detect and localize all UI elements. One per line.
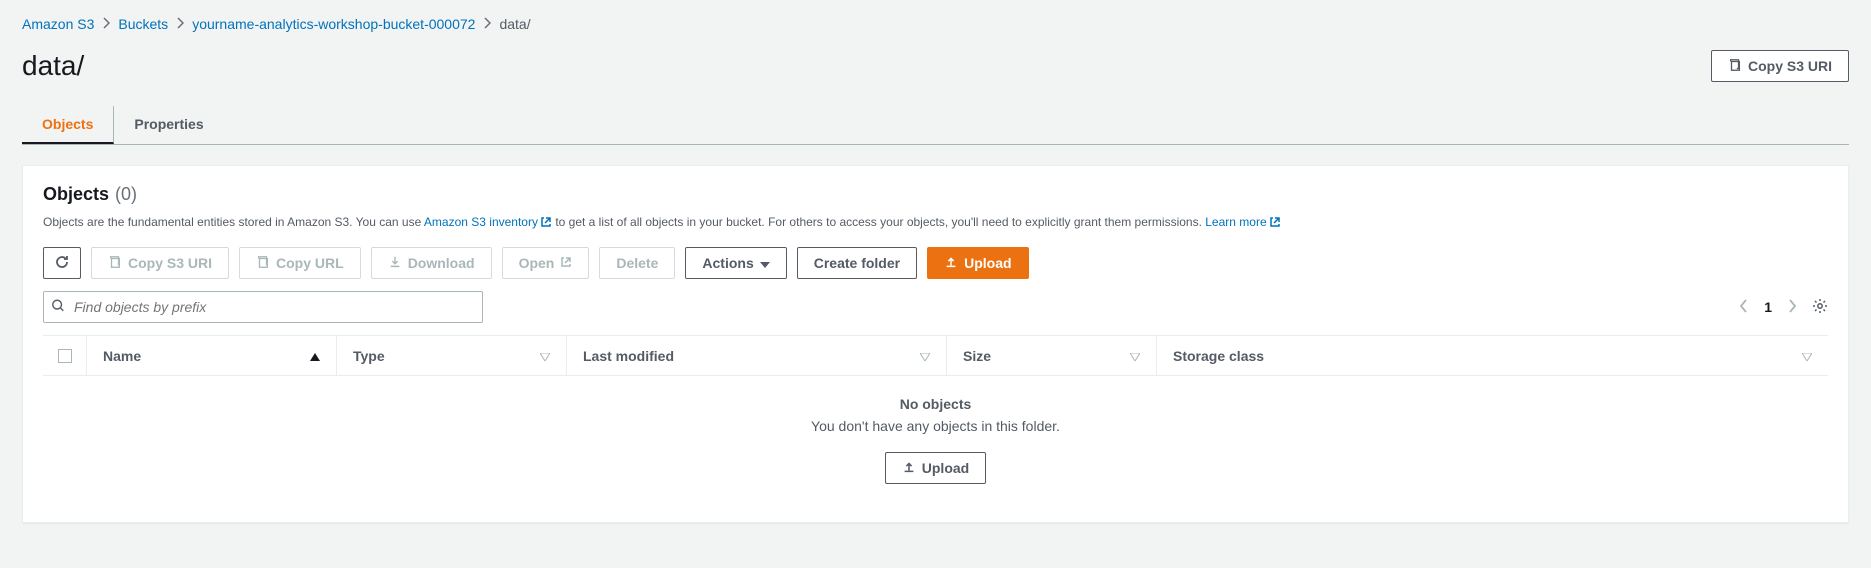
pagination: 1 xyxy=(1740,298,1828,317)
breadcrumb-current: data/ xyxy=(499,16,530,32)
page-number: 1 xyxy=(1764,299,1772,315)
panel-description: Objects are the fundamental entities sto… xyxy=(43,213,1828,233)
external-link-icon xyxy=(540,215,552,233)
copy-url-button-disabled: Copy URL xyxy=(239,247,361,279)
upload-icon xyxy=(902,460,916,477)
empty-description: You don't have any objects in this folde… xyxy=(43,418,1828,434)
copy-s3-uri-button[interactable]: Copy S3 URI xyxy=(1711,50,1849,82)
actions-button[interactable]: Actions xyxy=(685,247,786,279)
delete-button-disabled: Delete xyxy=(599,247,675,279)
objects-panel: Objects (0) Objects are the fundamental … xyxy=(22,165,1849,523)
copy-s3-uri-label: Copy S3 URI xyxy=(1748,58,1832,74)
copy-icon xyxy=(108,255,122,272)
upload-icon xyxy=(944,255,958,272)
chevron-right-icon xyxy=(176,16,184,32)
panel-title: Objects xyxy=(43,184,109,205)
breadcrumb-link-buckets[interactable]: Buckets xyxy=(118,16,168,32)
objects-table: Name Type Last modified xyxy=(43,335,1828,494)
external-link-icon xyxy=(1269,215,1281,233)
toolbar: Copy S3 URI Copy URL Download Open xyxy=(43,247,1828,279)
sort-icon xyxy=(920,348,930,364)
sort-icon xyxy=(1130,348,1140,364)
empty-state: No objects You don't have any objects in… xyxy=(43,376,1828,494)
download-icon xyxy=(388,255,402,272)
search-box xyxy=(43,291,483,323)
chevron-right-icon xyxy=(102,16,110,32)
open-button-disabled: Open xyxy=(502,247,590,279)
breadcrumb: Amazon S3 Buckets yourname-analytics-wor… xyxy=(22,16,1849,32)
sort-asc-icon xyxy=(310,348,320,364)
empty-upload-button[interactable]: Upload xyxy=(885,452,986,484)
upload-button[interactable]: Upload xyxy=(927,247,1028,279)
settings-button[interactable] xyxy=(1812,298,1828,317)
sort-icon xyxy=(540,348,550,364)
refresh-icon xyxy=(54,254,70,273)
learn-more-link[interactable]: Learn more xyxy=(1205,215,1280,229)
breadcrumb-link-bucket[interactable]: yourname-analytics-workshop-bucket-00007… xyxy=(192,16,475,32)
prev-page-button[interactable] xyxy=(1740,299,1748,316)
column-name[interactable]: Name xyxy=(87,336,337,375)
column-storage-class[interactable]: Storage class xyxy=(1157,336,1828,375)
table-header: Name Type Last modified xyxy=(43,336,1828,376)
select-all-checkbox[interactable] xyxy=(43,336,87,375)
page-title: data/ xyxy=(22,50,84,82)
create-folder-button[interactable]: Create folder xyxy=(797,247,917,279)
checkbox-icon xyxy=(58,349,72,363)
copy-icon xyxy=(1728,58,1742,75)
sort-icon xyxy=(1802,348,1812,364)
download-button-disabled: Download xyxy=(371,247,492,279)
refresh-button[interactable] xyxy=(43,247,81,279)
tab-objects[interactable]: Objects xyxy=(22,106,114,144)
breadcrumb-link-s3[interactable]: Amazon S3 xyxy=(22,16,94,32)
empty-title: No objects xyxy=(43,396,1828,412)
tab-properties[interactable]: Properties xyxy=(114,106,223,144)
column-type[interactable]: Type xyxy=(337,336,567,375)
panel-count: (0) xyxy=(115,184,137,205)
copy-s3-uri-button-disabled: Copy S3 URI xyxy=(91,247,229,279)
column-last-modified[interactable]: Last modified xyxy=(567,336,947,375)
caret-down-icon xyxy=(760,255,770,271)
external-link-icon xyxy=(560,255,572,271)
search-input[interactable] xyxy=(43,291,483,323)
copy-icon xyxy=(256,255,270,272)
column-size[interactable]: Size xyxy=(947,336,1157,375)
inventory-link[interactable]: Amazon S3 inventory xyxy=(424,215,552,229)
tabs: Objects Properties xyxy=(22,106,1849,145)
search-icon xyxy=(51,299,65,316)
next-page-button[interactable] xyxy=(1788,299,1796,316)
chevron-right-icon xyxy=(483,16,491,32)
